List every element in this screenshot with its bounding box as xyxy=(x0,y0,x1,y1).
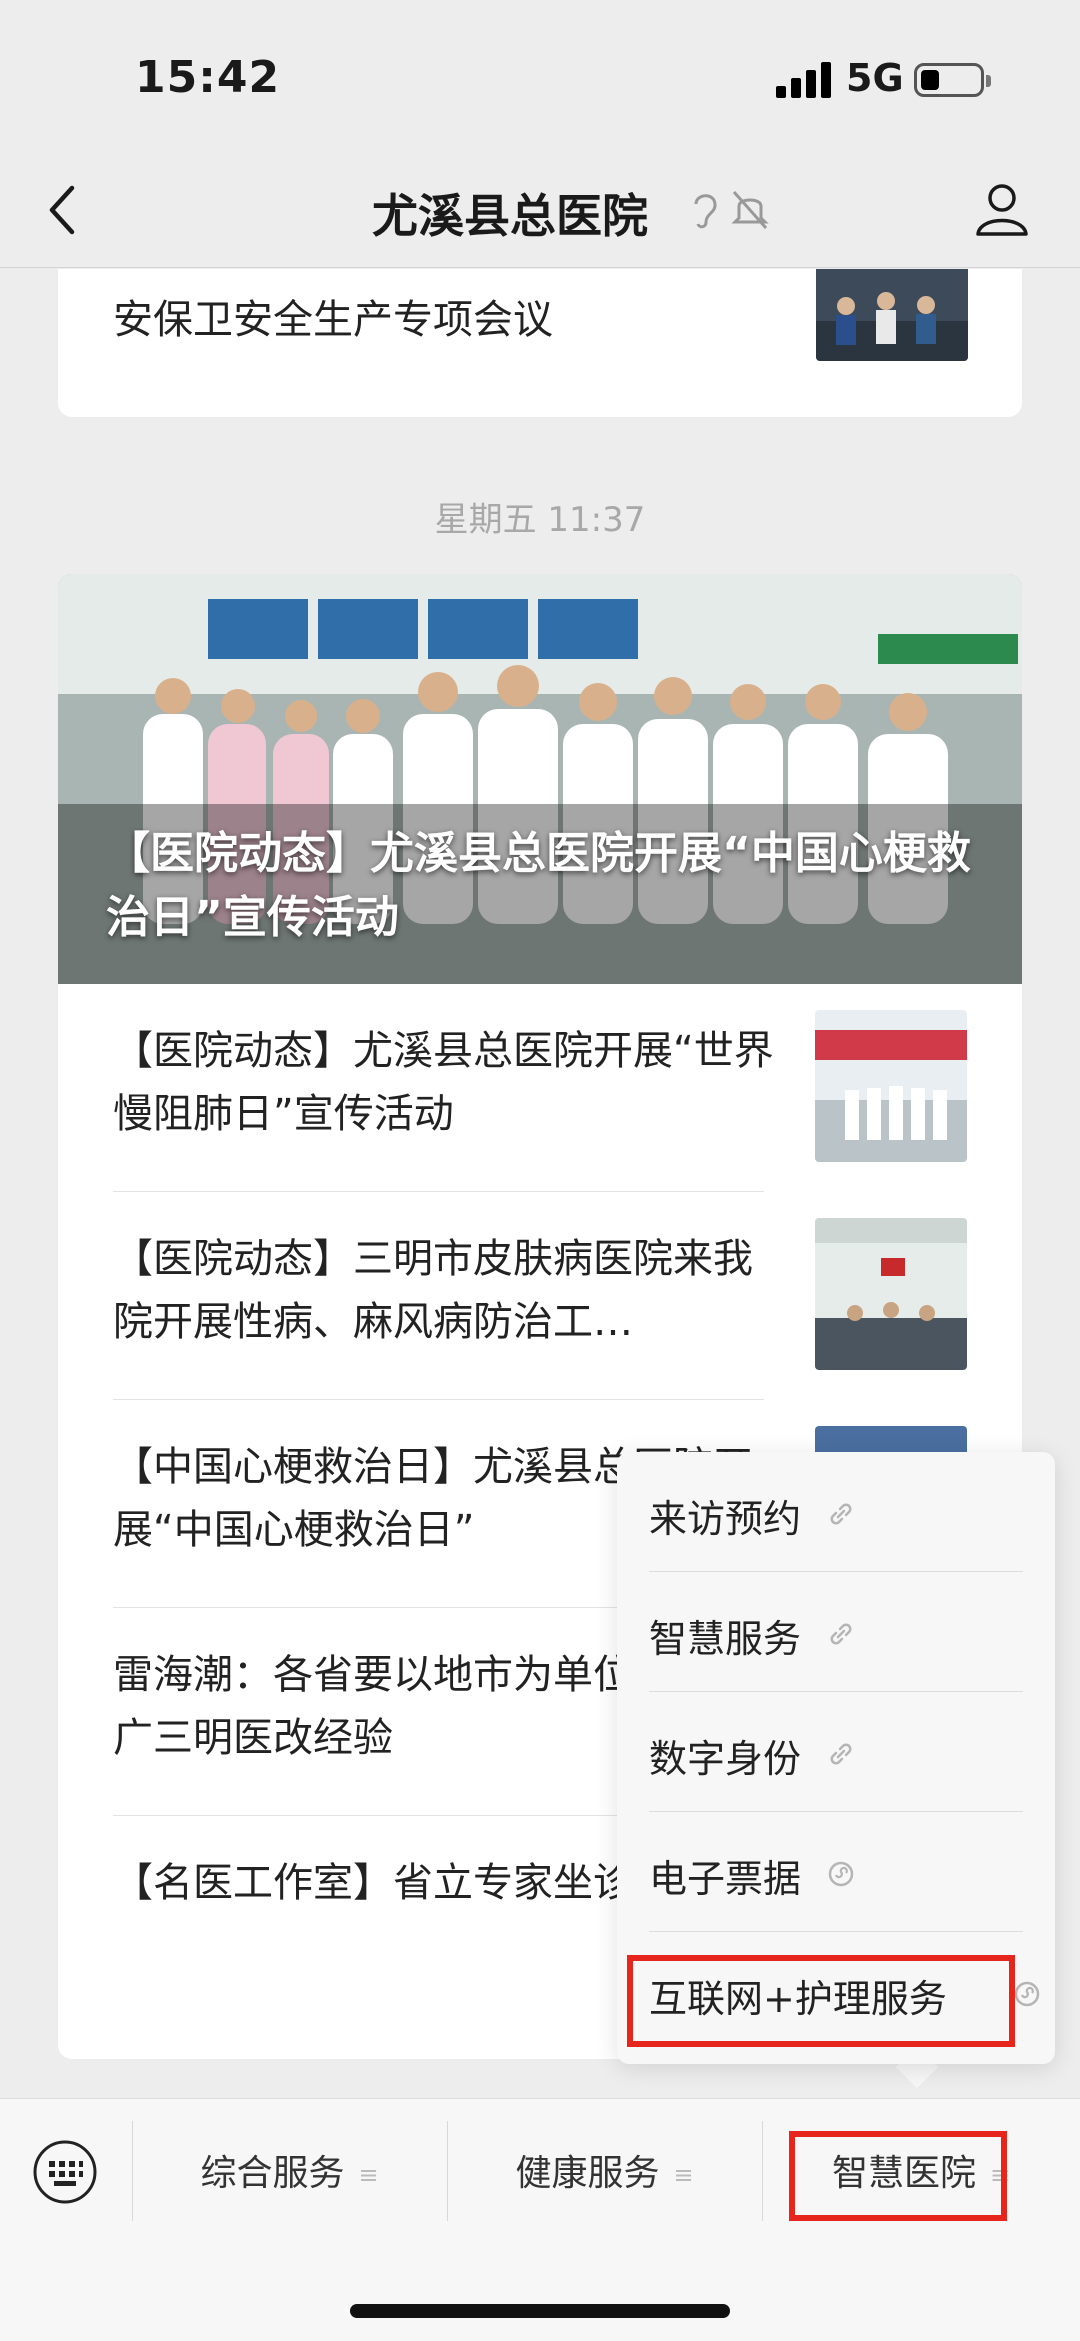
submenu-item-e-receipt[interactable]: 电子票据 xyxy=(649,1812,1023,1932)
submenu-item-label: 智慧服务 xyxy=(649,1617,802,1661)
article-title: 安保卫安全生产专项会议 xyxy=(113,297,553,343)
link-icon xyxy=(830,1503,852,1525)
article-title: 【医院动态】尤溪县总医院开展“世界慢阻肺日”宣传活动 xyxy=(113,1028,774,1137)
submenu-item-smart-service[interactable]: 智慧服务 xyxy=(649,1572,1023,1692)
submenu-item-visit-booking[interactable]: 来访预约 xyxy=(649,1452,1023,1572)
submenu-item-digital-id[interactable]: 数字身份 xyxy=(649,1692,1023,1812)
menu-tab-health-service[interactable]: 健康服务 ≡ xyxy=(447,2139,762,2209)
profile-icon[interactable] xyxy=(974,180,1030,236)
highlight-annotation-submenu xyxy=(627,1955,1015,2047)
menu-tab-label: 综合服务 xyxy=(200,2153,345,2194)
message-timestamp: 星期五 11:37 xyxy=(434,500,646,540)
status-bar: 15:42 5G xyxy=(0,0,1080,150)
article-title: 【医院动态】三明市皮肤病医院来我院开展性病、麻风病防治工… xyxy=(113,1236,753,1345)
network-label: 5G xyxy=(846,56,904,100)
battery-icon xyxy=(914,63,991,97)
hero-article[interactable]: 【医院动态】尤溪县总医院开展“中国心梗救治日”宣传活动 xyxy=(58,574,1022,984)
highlight-annotation-tab xyxy=(789,2131,1007,2221)
menu-lines-icon: ≡ xyxy=(358,2161,379,2189)
submenu-item-label: 电子票据 xyxy=(649,1857,802,1901)
hero-title: 【医院动态】尤溪县总医院开展“中国心梗救治日”宣传活动 xyxy=(106,828,971,943)
menu-tab-comprehensive-service[interactable]: 综合服务 ≡ xyxy=(132,2139,447,2209)
miniprogram-icon xyxy=(828,1861,854,1887)
article-thumbnail xyxy=(816,269,968,361)
article-thumbnail xyxy=(815,1010,967,1162)
submenu-item-label: 数字身份 xyxy=(649,1737,802,1781)
status-time: 15:42 xyxy=(135,52,281,103)
page-title: 尤溪县总医院 xyxy=(372,189,648,243)
nav-bar: 尤溪县总医院 xyxy=(0,150,1080,268)
article-thumbnail xyxy=(815,1218,967,1370)
link-icon xyxy=(830,1623,852,1645)
list-item[interactable]: 【医院动态】三明市皮肤病医院来我院开展性病、麻风病防治工… xyxy=(58,1192,1022,1400)
home-indicator xyxy=(350,2304,730,2318)
keyboard-icon[interactable] xyxy=(32,2139,98,2205)
link-icon xyxy=(830,1743,852,1765)
article-card-partial[interactable]: 安保卫安全生产专项会议 xyxy=(58,269,1022,417)
ear-icon xyxy=(694,194,717,229)
miniprogram-icon xyxy=(1014,1981,1040,2007)
menu-tab-label: 健康服务 xyxy=(515,2153,660,2194)
submenu-item-label: 来访预约 xyxy=(649,1497,802,1541)
list-item[interactable]: 【医院动态】尤溪县总医院开展“世界慢阻肺日”宣传活动 xyxy=(58,984,1022,1192)
bell-mute-icon xyxy=(731,191,769,229)
menu-lines-icon: ≡ xyxy=(673,2161,694,2189)
signal-icon xyxy=(776,62,832,98)
